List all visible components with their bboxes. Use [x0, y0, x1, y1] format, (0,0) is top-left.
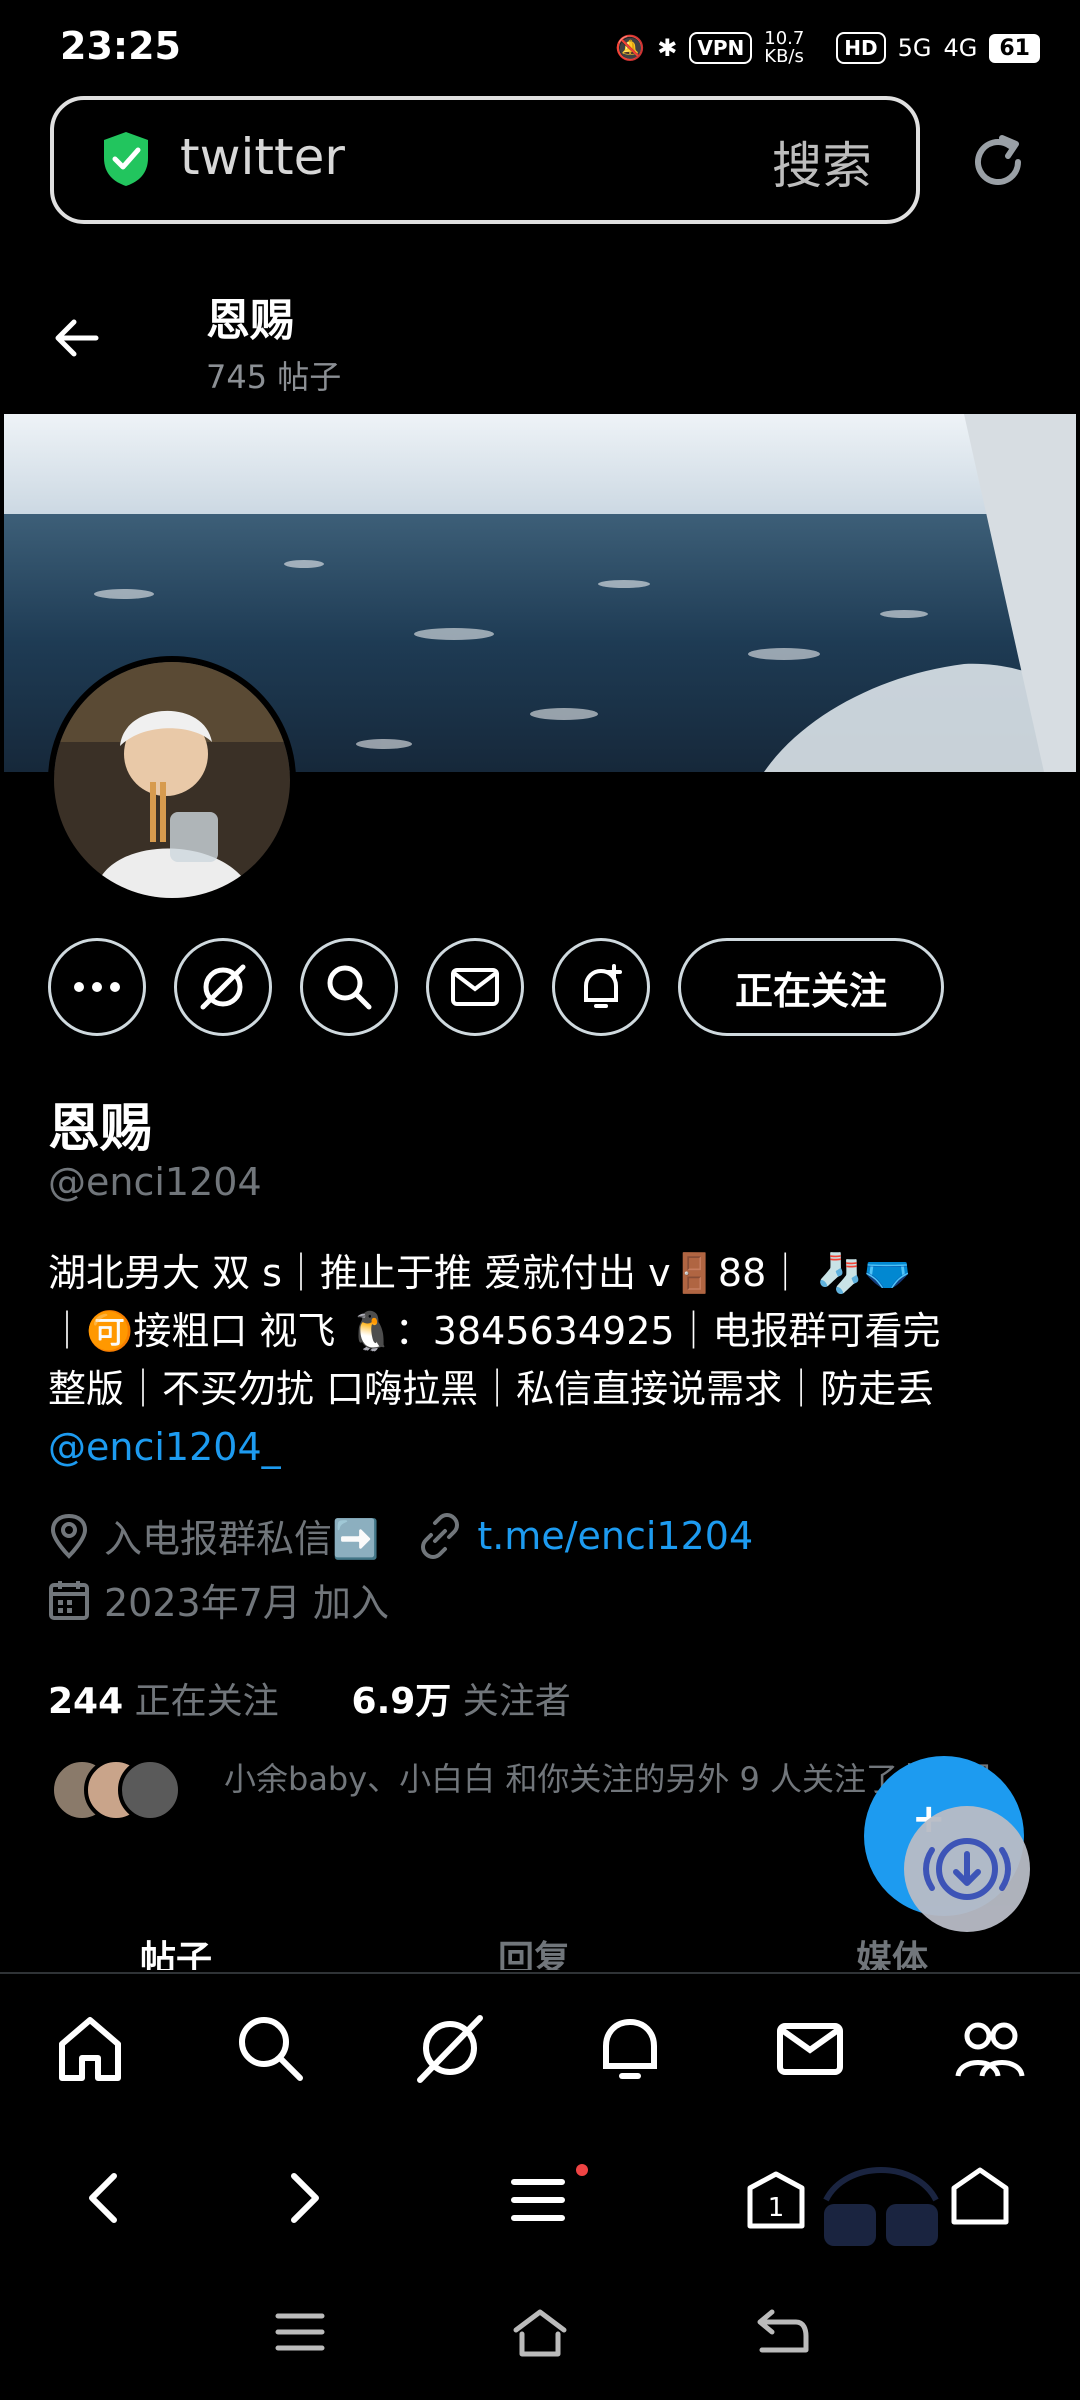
profile-meta-row: 入电报群私信➡️ t.me/enci1204 — [48, 1508, 753, 1563]
system-nav-bar — [0, 2274, 1080, 2400]
browser-home-icon[interactable] — [948, 2164, 1012, 2228]
profile-tabs: 帖子 回复 媒体 — [0, 1930, 1080, 1970]
back-arrow-icon[interactable] — [50, 312, 102, 364]
more-options-button[interactable] — [48, 938, 146, 1036]
bell-plus-icon — [584, 964, 622, 1008]
mute-icon: 🔕 — [615, 34, 646, 62]
recents-icon[interactable] — [274, 2310, 326, 2354]
secure-shield-icon — [104, 132, 148, 186]
status-time: 23:25 — [60, 24, 181, 68]
address-bar[interactable]: twitter 搜索 — [50, 96, 920, 224]
signal-4g: 4G — [943, 34, 978, 62]
search-button[interactable]: 搜索 — [772, 126, 872, 198]
followers-stat[interactable]: 6.9万 关注者 — [352, 1681, 571, 1722]
download-float-button[interactable] — [904, 1806, 1030, 1932]
link-icon — [421, 1512, 460, 1559]
follow-counts: 244 正在关注 6.9万 关注者 — [48, 1672, 571, 1724]
browser-toolbar: 1 — [0, 2124, 1080, 2274]
grok-icon — [200, 964, 246, 1010]
following-button[interactable]: 正在关注 — [678, 938, 944, 1036]
browser-menu-icon[interactable] — [508, 2164, 588, 2234]
mutual-avatars — [50, 1758, 182, 1822]
profile-location: 入电报群私信➡️ — [104, 1517, 380, 1561]
browser-forward-icon[interactable] — [284, 2170, 328, 2226]
communities-icon[interactable] — [952, 2010, 1028, 2086]
header-post-count: 745 帖子 — [206, 358, 342, 396]
home-icon[interactable] — [52, 2010, 128, 2086]
notifications-bell-icon[interactable] — [592, 2010, 668, 2086]
profile-avatar[interactable] — [48, 656, 296, 904]
network-speed: 10.7 KB/s — [764, 28, 805, 67]
signal-5g: 5G — [897, 34, 932, 62]
more-dots-icon — [74, 982, 120, 992]
message-button[interactable] — [426, 938, 524, 1036]
incognito-icon[interactable] — [816, 2160, 946, 2256]
profile-joined-row: 2023年7月 加入 — [48, 1572, 389, 1627]
grok-button[interactable] — [174, 938, 272, 1036]
bio-line: 整版｜不买勿扰 口嗨拉黑｜私信直接说需求｜防走丢 — [48, 1367, 935, 1411]
browser-back-icon[interactable] — [80, 2170, 124, 2226]
hd-badge: HD — [836, 32, 886, 64]
calendar-icon — [49, 1580, 89, 1620]
profile-bio: 湖北男大 双 s｜推止于推 爱就付出 v🚪88｜ 🧦🩲 ｜🉑接粗口 视飞 🐧：3… — [48, 1244, 1038, 1476]
svg-text:1: 1 — [768, 2193, 785, 2223]
following-stat[interactable]: 244 正在关注 — [48, 1681, 279, 1722]
bio-line: ｜🉑接粗口 视飞 🐧：3845634925｜电报群可看完 — [48, 1309, 941, 1353]
profile-handle: @enci1204 — [48, 1160, 262, 1204]
reload-icon[interactable] — [966, 130, 1030, 194]
download-wave-icon — [923, 1838, 1011, 1900]
system-home-icon[interactable] — [510, 2304, 570, 2360]
profile-name: 恩赐 — [48, 1099, 153, 1159]
tab-posts[interactable]: 帖子 — [140, 1930, 212, 1970]
search-icon — [327, 965, 372, 1010]
app-bottom-nav — [0, 1972, 1080, 2124]
notify-button[interactable] — [552, 938, 650, 1036]
vpn-badge: VPN — [689, 32, 753, 64]
profile-joined-date: 2023年7月 加入 — [104, 1581, 389, 1625]
profile-website-link[interactable]: t.me/enci1204 — [477, 1514, 753, 1558]
status-bar: 23:25 🔕 ✱ VPN 10.7 KB/s HD 5G 4G 61 — [0, 0, 1080, 100]
tab-replies[interactable]: 回复 — [498, 1930, 570, 1970]
bio-line: 湖北男大 双 s｜推止于推 爱就付出 v🚪88｜ 🧦🩲 — [48, 1251, 911, 1295]
browser-tabs-icon[interactable]: 1 — [744, 2168, 808, 2232]
search-profile-button[interactable] — [300, 938, 398, 1036]
header-title: 恩赐 — [206, 295, 294, 346]
location-pin-icon — [50, 1513, 88, 1559]
bio-mention-link[interactable]: @enci1204_ — [48, 1418, 1038, 1476]
battery-indicator: 61 — [989, 33, 1040, 63]
status-icons: 🔕 ✱ VPN 10.7 KB/s HD 5G 4G 61 — [615, 30, 1040, 66]
envelope-icon — [451, 968, 499, 1006]
grok-nav-icon[interactable] — [412, 2010, 488, 2086]
address-text[interactable]: twitter — [180, 128, 345, 186]
system-back-icon[interactable] — [752, 2306, 812, 2358]
messages-envelope-icon[interactable] — [772, 2010, 848, 2086]
explore-search-icon[interactable] — [232, 2010, 308, 2086]
bluetooth-icon: ✱ — [657, 34, 678, 62]
tab-media[interactable]: 媒体 — [856, 1930, 928, 1970]
